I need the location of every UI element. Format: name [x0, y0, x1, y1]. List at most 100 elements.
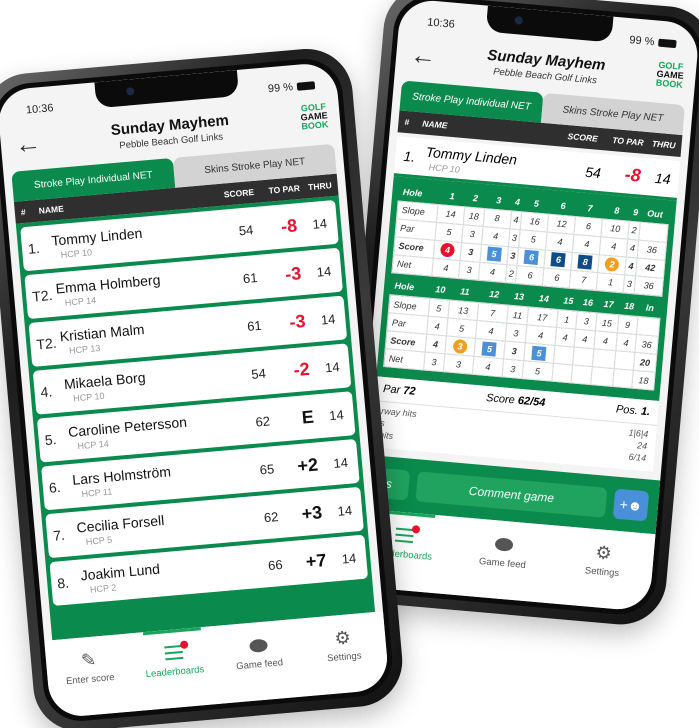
net-cell — [590, 366, 614, 387]
net-cell: 5 — [522, 360, 554, 382]
hole-number: 7 — [575, 198, 605, 219]
back-arrow-icon[interactable]: ← — [14, 127, 43, 159]
score-marker-birdie: 2 — [604, 256, 620, 273]
score-cell — [592, 348, 616, 369]
slope-cell: 16 — [520, 211, 549, 232]
player-thru: 14 — [332, 454, 349, 471]
player-thru: 14 — [320, 310, 336, 328]
score-cell — [613, 350, 636, 371]
net-cell — [571, 364, 593, 385]
player-thru: 14 — [324, 358, 341, 375]
player-to-par: -3 — [284, 262, 303, 284]
par-total: 36 — [635, 334, 659, 355]
par-cell: 4 — [554, 327, 576, 347]
slope-cell: 6 — [574, 216, 603, 237]
battery-percent: 99 % — [628, 34, 655, 49]
net-cell: 4 — [472, 356, 504, 377]
net-total: 18 — [631, 370, 656, 391]
slope-cell: 18 — [463, 206, 485, 227]
player-to-par: +3 — [300, 501, 323, 524]
par-cell: 4 — [572, 234, 602, 255]
nav-game-feed[interactable]: Game feed — [222, 631, 295, 673]
battery-percent: 99 % — [267, 81, 294, 96]
score-cell: 6 — [517, 247, 546, 268]
notification-dot — [411, 525, 421, 534]
status-time: 10:36 — [426, 16, 456, 31]
screen-leaderboard: 10:36 99 % ← Sunday Mayhem Pebble Beach G… — [0, 61, 390, 719]
player-thru: 14 — [311, 215, 328, 232]
add-user-icon[interactable]: +☻ — [612, 488, 650, 522]
chat-bubble-icon — [248, 638, 268, 653]
score-marker-bogey: 5 — [486, 246, 502, 262]
net-cell: 7 — [569, 269, 598, 291]
leaderboard-list: 1. Tommy Linden HCP 10 54 -8 14 T2. Emma H… — [15, 195, 376, 641]
battery-icon — [658, 38, 677, 49]
player-score: 54 — [250, 365, 267, 382]
phone-bezel: 10:36 99 % ← Sunday Mayhem Pebble Beach G… — [0, 55, 396, 725]
par-cell: 4 — [615, 332, 637, 353]
score-cell — [572, 346, 594, 367]
player-to-par: +7 — [304, 549, 328, 572]
player-to-par: +2 — [296, 453, 319, 476]
score-marker-dbl: 6 — [550, 252, 567, 268]
score-cell: 8 — [571, 251, 600, 273]
phone-left: 10:36 99 % ← Sunday Mayhem Pebble Beach G… — [0, 45, 407, 728]
score-cell: 4 — [425, 334, 447, 354]
par-cell: 4 — [426, 316, 448, 336]
score-cell: 2 — [597, 254, 627, 275]
stage: 10:36 99 % ← Sunday Mayhem Pebble Beach G… — [0, 0, 699, 728]
nav-settings[interactable]: ⚙ Settings — [567, 539, 640, 581]
player-score: 62 — [263, 508, 279, 525]
net-cell: 4 — [431, 257, 461, 279]
score-cell: 5 — [479, 243, 509, 265]
par-cell: 5 — [518, 229, 548, 250]
hole-number: 5 — [522, 193, 551, 214]
score-cell: 6 — [544, 249, 573, 270]
hole-number: 2 — [464, 188, 487, 209]
score-cell: 3 — [460, 242, 482, 262]
net-cell: 4 — [478, 261, 507, 283]
score-cell: 3 — [503, 340, 526, 361]
gear-icon: ⚙ — [333, 626, 352, 649]
slope-cell: 10 — [601, 218, 630, 239]
status-time: 10:36 — [25, 102, 54, 117]
row-position: 4. — [39, 383, 53, 401]
slope-cell: 15 — [595, 312, 619, 333]
net-cell: 6 — [515, 265, 545, 286]
score-cell: 4 — [433, 239, 462, 261]
score-total: 42 — [635, 257, 665, 278]
slope-cell: 5 — [428, 298, 450, 318]
back-arrow-icon[interactable]: ← — [409, 39, 438, 71]
par-cell: 4 — [545, 231, 575, 252]
score-total: 20 — [633, 352, 657, 373]
nav-enter-score[interactable]: ✎ Enter score — [53, 646, 126, 688]
notification-dot — [179, 640, 189, 650]
slope-cell: 14 — [436, 204, 465, 225]
par-total: 36 — [637, 239, 667, 261]
hole-number: 10 — [429, 280, 451, 300]
par-cell: 4 — [481, 226, 510, 247]
player-thru: 14 — [328, 406, 345, 423]
camera-icon — [514, 16, 523, 25]
player-score: 54 — [238, 221, 254, 238]
score-marker-dbl: 8 — [577, 254, 593, 270]
nav-leaderboards[interactable]: Leaderboards — [137, 639, 210, 681]
hole-number: 15 — [557, 291, 579, 312]
player-score: 61 — [242, 269, 259, 286]
score-cell — [553, 345, 575, 365]
score-marker-bogey: 5 — [481, 340, 498, 357]
player-score: 61 — [246, 317, 263, 334]
comment-game-button[interactable]: Comment game — [415, 471, 608, 518]
player-score: 66 — [267, 556, 284, 573]
player-to-par: -2 — [292, 358, 311, 380]
battery-icon — [296, 81, 316, 91]
hole-number: 8 — [602, 200, 632, 221]
scorecard: Hole 1 2 3 4 5 6 7 8 9 Out Slope 14 18 8 4 16 12 6 10 2 Par 5 3… — [376, 176, 677, 402]
score-marker-bogey: 5 — [531, 345, 547, 361]
hole-number: 17 — [597, 294, 621, 315]
net-cell — [612, 368, 634, 389]
row-position: 8. — [56, 574, 70, 592]
hole-number: 1 — [437, 186, 467, 207]
nav-game-feed[interactable]: Game feed — [467, 530, 540, 572]
nav-settings[interactable]: ⚙ Settings — [307, 624, 380, 666]
